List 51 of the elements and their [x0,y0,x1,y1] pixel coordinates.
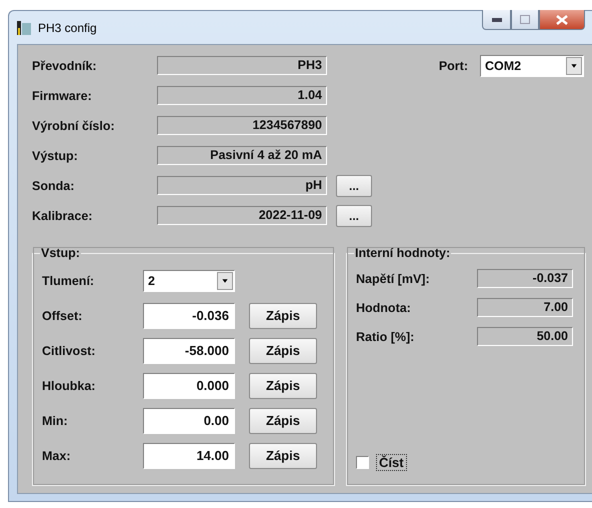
write-button[interactable]: Zápis [249,408,317,434]
port-label: Port: [438,59,468,73]
field-label: Hodnota: [356,300,412,314]
minimize-icon [492,18,502,22]
readonly-field: pH [157,176,327,195]
close-button[interactable] [539,10,585,30]
field-label: Citlivost: [42,344,96,358]
readonly-field: 50.00 [477,327,573,346]
damping-dropdown[interactable]: 2 [143,270,235,292]
readonly-field: 7.00 [477,298,573,317]
readonly-field: 1234567890 [157,116,327,135]
read-checkbox[interactable] [356,456,369,468]
field-label: Sonda: [32,178,76,192]
maximize-button[interactable] [511,10,539,30]
field-label: Tlumení: [42,274,96,288]
readonly-field: 2022-11-09 [157,206,327,225]
input-field[interactable]: 0.00 [143,408,235,434]
write-button[interactable]: Zápis [249,372,317,398]
browse-button[interactable]: ... [336,204,372,226]
readonly-field: PH3 [157,56,327,75]
field-label: Kalibrace: [32,208,94,222]
write-button[interactable]: Zápis [249,338,317,364]
readonly-field: 1.04 [157,86,327,105]
group-title: Interní hodnoty: [354,246,452,260]
field-label: Napětí [mV]: [356,272,431,286]
write-button[interactable]: Zápis [249,302,317,328]
input-field[interactable]: 0.000 [143,372,235,398]
readonly-field: Pasivní 4 až 20 mA [157,146,327,165]
field-label: Max: [42,448,72,462]
port-dropdown[interactable]: COM2 [480,55,584,77]
close-icon [556,14,568,24]
input-field[interactable]: -58.000 [143,338,235,364]
field-label: Offset: [42,308,84,322]
input-field[interactable]: 14.00 [143,442,235,468]
minimize-button[interactable] [482,10,511,30]
input-field[interactable]: -0.036 [143,302,235,328]
field-label: Firmware: [32,88,93,102]
field-label: Výrobní číslo: [32,118,116,132]
browse-button[interactable]: ... [336,174,372,196]
app-icon [16,20,32,36]
field-label: Převodník: [32,58,98,72]
maximize-icon [520,15,530,24]
field-label: Min: [42,414,69,428]
field-label: Ratio [%]: [356,330,416,344]
field-label: Výstup: [32,148,79,162]
window-title: PH3 config [38,20,97,34]
checkbox-label: Číst [376,454,407,470]
group-title: Vstup: [40,246,81,260]
write-button[interactable]: Zápis [249,442,317,468]
readonly-field: -0.037 [477,269,573,288]
field-label: Hloubka: [42,378,96,392]
